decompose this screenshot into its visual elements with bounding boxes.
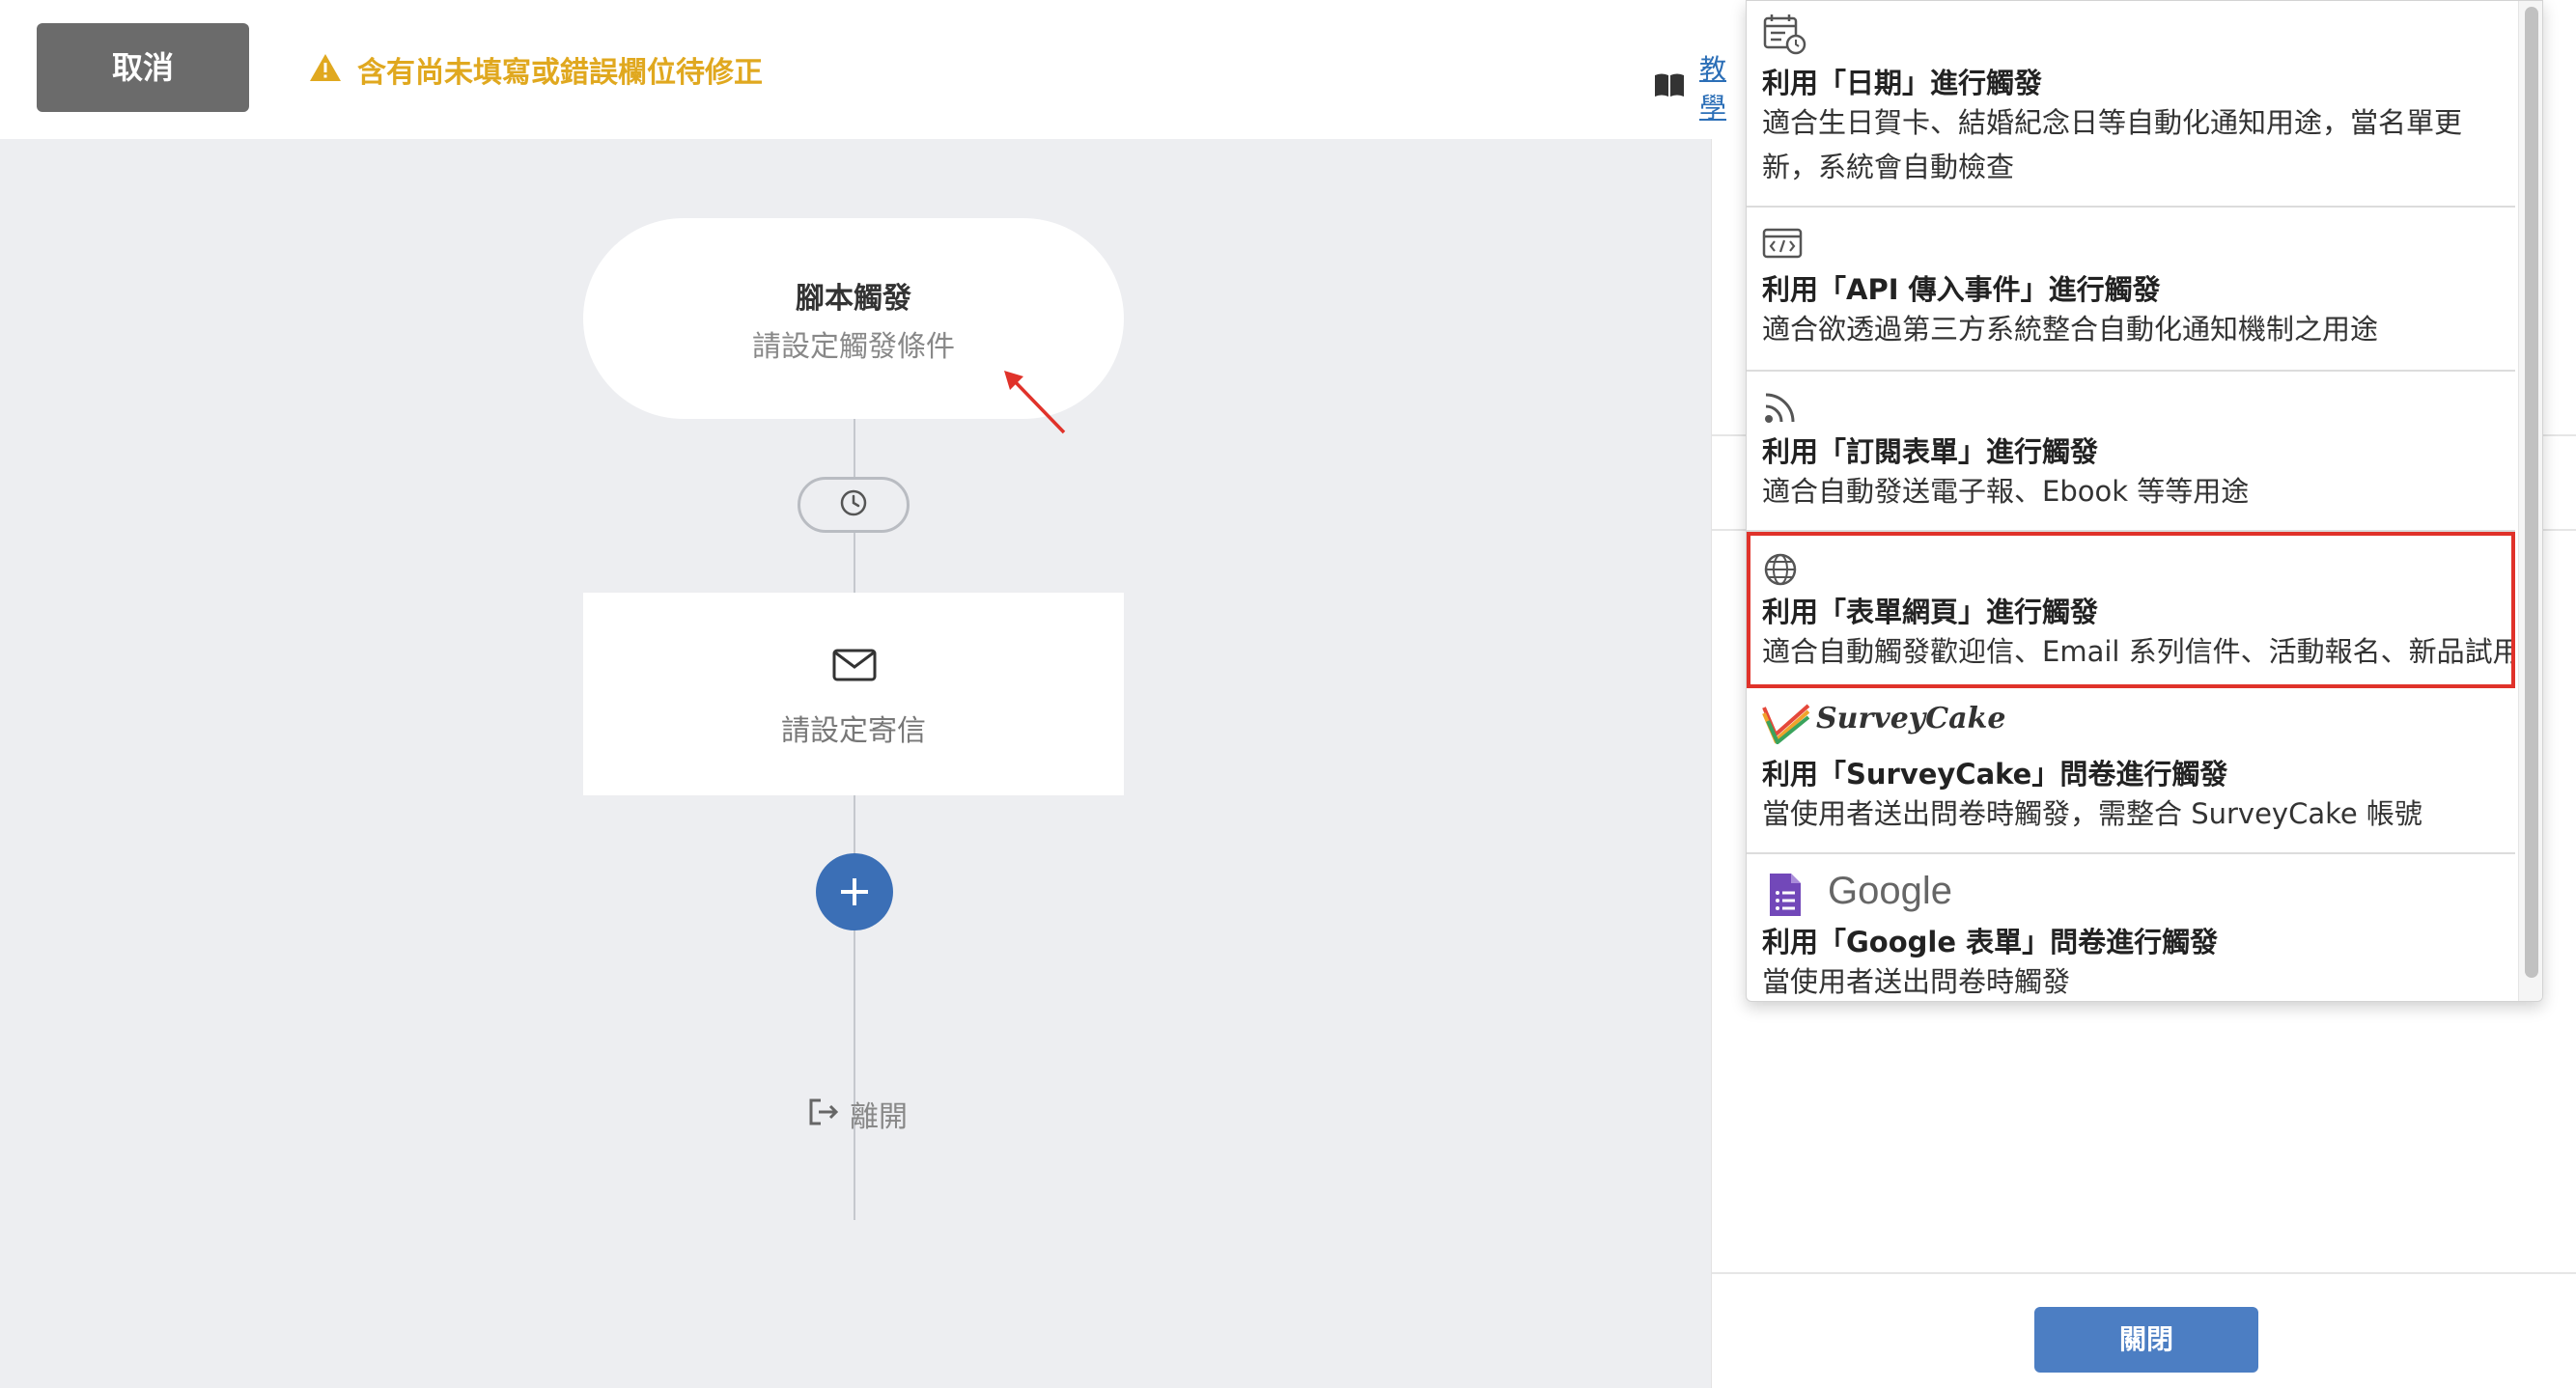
google-forms-icon	[1768, 872, 1803, 922]
trigger-subtitle: 請設定觸發條件	[752, 330, 955, 364]
option-description: 當使用者送出問卷時觸發，需整合 SurveyCake 帳號	[1762, 797, 2422, 830]
surveycake-brand: SurveyCake	[1816, 702, 2006, 736]
option-title: 利用「表單網頁」進行觸發	[1762, 596, 2099, 628]
option-description: 當使用者送出問卷時觸發	[1762, 965, 2071, 998]
api-code-icon	[1762, 227, 1803, 264]
google-brand: Google	[1828, 870, 1952, 912]
clock-icon	[838, 487, 869, 522]
exit-label: 離開	[850, 1100, 908, 1134]
rss-icon	[1762, 389, 1799, 430]
option-title: 利用「日期」進行觸發	[1762, 67, 2043, 99]
top-bar: 取消 含有尚未填寫或錯誤欄位待修正 教學	[0, 0, 1726, 139]
book-icon	[1653, 71, 1686, 102]
exit-icon	[807, 1097, 840, 1131]
close-button[interactable]: 關閉	[2034, 1307, 2258, 1373]
warning-text: 含有尚未填寫或錯誤欄位待修正	[357, 56, 763, 90]
warning-icon	[309, 53, 342, 86]
mail-label: 請設定寄信	[781, 714, 926, 748]
option-form-page-trigger[interactable]: 利用「表單網頁」進行觸發 適合自動觸發歡迎信、Email 系列信件、活動報名、新…	[1747, 532, 2515, 688]
annotation-arrow-icon	[1004, 371, 1066, 434]
add-step-button[interactable]	[816, 853, 893, 930]
dropdown-scrollbar[interactable]	[2518, 1, 2542, 1001]
option-subscription-form-trigger[interactable]: 利用「訂閱表單」進行觸發 適合自動發送電子報、Ebook 等等用途	[1747, 372, 2515, 532]
option-title: 利用「Google 表單」問卷進行觸發	[1762, 926, 2219, 958]
tutorial-link[interactable]: 教學	[1653, 48, 1726, 125]
wait-step[interactable]	[798, 477, 910, 533]
option-google-forms-trigger[interactable]: Google 利用「Google 表單」問卷進行觸發 當使用者送出問卷時觸發	[1747, 854, 2515, 1001]
option-title: 利用「API 傳入事件」進行觸發	[1762, 273, 2161, 306]
envelope-icon	[832, 649, 877, 685]
option-description: 適合欲透過第三方系統整合自動化通知機制之用途	[1762, 313, 2379, 346]
flow-canvas: 腳本觸發 請設定觸發條件 請設定寄信 離開	[0, 139, 1711, 1388]
scrollbar-thumb[interactable]	[2525, 7, 2538, 978]
globe-icon	[1762, 551, 1799, 592]
plus-icon	[841, 878, 868, 905]
option-title: 利用「SurveyCake」問卷進行觸發	[1762, 758, 2228, 791]
surveycake-logo-icon	[1762, 702, 1812, 748]
send-mail-node[interactable]: 請設定寄信	[583, 593, 1124, 795]
validation-warning: 含有尚未填寫或錯誤欄位待修正	[309, 48, 763, 91]
tutorial-label[interactable]: 教學	[1699, 48, 1726, 125]
option-date-trigger[interactable]: 利用「日期」進行觸發 適合生日賀卡、結婚紀念日等自動化通知用途，當名單更 新，系…	[1747, 1, 2515, 208]
calendar-clock-icon	[1762, 13, 1806, 59]
trigger-title: 腳本觸發	[796, 282, 911, 316]
option-title: 利用「訂閱表單」進行觸發	[1762, 435, 2099, 468]
trigger-type-dropdown[interactable]: 利用「日期」進行觸發 適合生日賀卡、結婚紀念日等自動化通知用途，當名單更 新，系…	[1746, 0, 2543, 1002]
exit-node: 離開	[807, 1093, 908, 1135]
option-description: 新，系統會自動檢查	[1762, 151, 2015, 183]
option-surveycake-trigger[interactable]: SurveyCake 利用「SurveyCake」問卷進行觸發 當使用者送出問卷…	[1747, 688, 2515, 854]
divider	[1712, 1272, 2576, 1274]
connector-line	[854, 930, 855, 1220]
option-description: 適合自動觸發歡迎信、Email 系列信件、活動報名、新品試用	[1762, 635, 2511, 668]
cancel-button[interactable]: 取消	[37, 23, 249, 112]
option-description: 適合自動發送電子報、Ebook 等等用途	[1762, 475, 2250, 508]
option-api-trigger[interactable]: 利用「API 傳入事件」進行觸發 適合欲透過第三方系統整合自動化通知機制之用途	[1747, 208, 2515, 372]
option-description: 適合生日賀卡、結婚紀念日等自動化通知用途，當名單更	[1762, 106, 2463, 139]
connector-line	[854, 533, 855, 595]
